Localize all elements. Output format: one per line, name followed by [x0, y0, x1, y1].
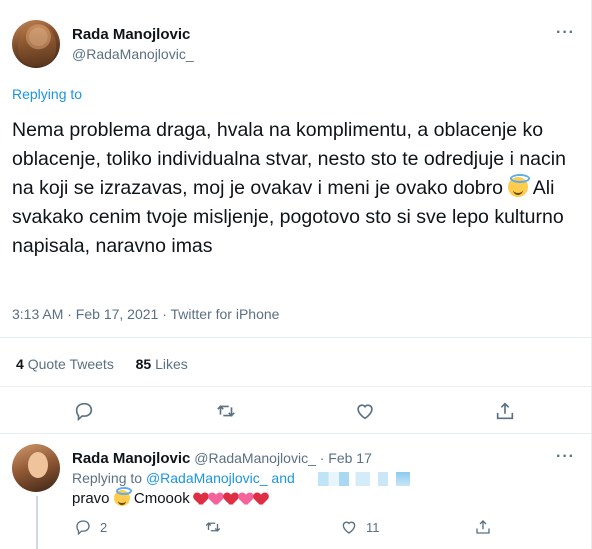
reply-replying-to: Replying to @RadaManojlovic_ and — [72, 470, 295, 486]
author-avatar[interactable] — [12, 20, 60, 68]
author-handle[interactable]: @RadaManojlovic_ — [72, 46, 194, 62]
reply-text-start: pravo — [72, 490, 110, 507]
retweet-icon[interactable] — [215, 400, 239, 424]
like-icon — [342, 521, 356, 534]
share-icon — [476, 520, 490, 534]
reply-author-avatar[interactable] — [12, 444, 60, 492]
divider — [0, 386, 592, 387]
divider — [0, 337, 592, 338]
retweet-icon — [205, 522, 221, 532]
divider — [0, 433, 592, 434]
reply-author-name[interactable]: Rada Manojlovic — [72, 450, 190, 467]
reply-icon — [76, 520, 90, 536]
replying-to-label[interactable]: Replying to — [12, 86, 82, 102]
quote-label: Quote Tweets — [27, 356, 114, 372]
share-icon[interactable] — [494, 400, 518, 424]
tweet-timestamp[interactable]: 3:13 AM · Feb 17, 2021 · Twitter for iPh… — [12, 306, 279, 322]
reply-reply-count: 2 — [100, 519, 108, 535]
reply-like-button[interactable]: 11 — [340, 518, 380, 536]
redacted-handle — [378, 472, 388, 486]
reply-more-options-icon[interactable]: ··· — [556, 448, 575, 466]
likes-link[interactable]: 85 Likes — [136, 356, 188, 372]
halo-emoji-icon — [508, 174, 531, 197]
hearts-emoji-group — [194, 493, 269, 510]
heart-icon — [224, 493, 238, 506]
redacted-handle — [318, 472, 370, 486]
like-icon[interactable] — [354, 400, 378, 424]
author-display-name[interactable]: Rada Manojlovic — [72, 26, 190, 43]
tweet-text-part1: Nema problema draga, hvala na kompliment… — [12, 119, 566, 199]
reply-replying-prefix: Replying to — [72, 470, 143, 486]
tweet-detail-panel: Rada Manojlovic @RadaManojlovic_ ··· Rep… — [0, 0, 592, 549]
heart-icon — [239, 493, 253, 506]
heart-icon — [254, 493, 268, 506]
heart-icon — [209, 493, 223, 506]
reply-header: Rada Manojlovic @RadaManojlovic_ · Feb 1… — [72, 450, 372, 467]
reply-text: pravo Cmoook — [72, 487, 269, 510]
redacted-handle — [396, 472, 410, 486]
reply-icon[interactable] — [73, 400, 97, 424]
engagement-stats: 4 Quote Tweets 85 Likes — [16, 356, 188, 372]
reply-text-mid: Cmoook — [133, 490, 190, 507]
quote-count: 4 — [16, 356, 24, 372]
thread-connector-line — [36, 496, 38, 549]
like-count: 85 — [135, 356, 152, 372]
likes-label: Likes — [155, 356, 188, 372]
halo-emoji-icon — [113, 487, 132, 506]
reply-handle-time[interactable]: @RadaManojlovic_ · Feb 17 — [194, 450, 372, 466]
reply-share-button[interactable] — [474, 518, 492, 536]
more-options-icon[interactable]: ··· — [556, 24, 575, 42]
heart-icon — [194, 493, 208, 506]
quote-tweets-link[interactable]: 4 Quote Tweets — [16, 356, 114, 372]
reply-replying-link[interactable]: @RadaManojlovic_ and — [146, 470, 295, 486]
reply-reply-button[interactable]: 2 — [74, 518, 107, 536]
tweet-text: Nema problema draga, hvala na kompliment… — [12, 116, 577, 261]
reply-like-count: 11 — [366, 519, 380, 535]
reply-retweet-button[interactable] — [204, 518, 222, 536]
